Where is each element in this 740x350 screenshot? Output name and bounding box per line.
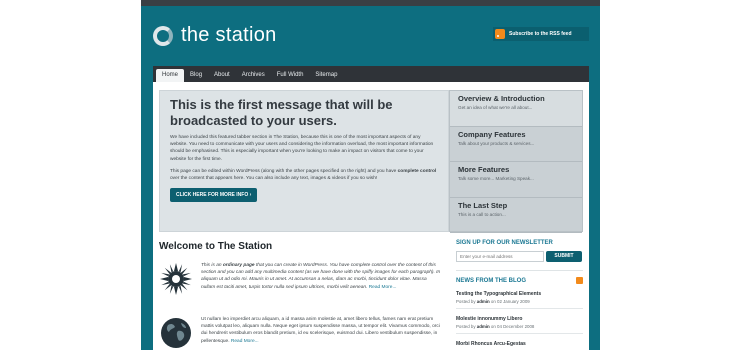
tab-desc: Get an idea of what we're all about... xyxy=(458,105,533,110)
blog-separator xyxy=(456,308,583,309)
meta-date: on 04 December 2008 xyxy=(489,324,535,329)
nav-blog[interactable]: Blog xyxy=(184,69,208,82)
blog-post-title[interactable]: Testing the Typographical Elements xyxy=(456,291,583,297)
tab-desc: Talk some more... Marketing Speak... xyxy=(458,176,534,181)
post-intro-bold: ordinary page xyxy=(222,263,255,268)
read-more-link[interactable]: Read More... xyxy=(369,285,397,290)
blog-post-title[interactable]: Morbi Rhoncus Arcu-Egestas xyxy=(456,341,583,347)
read-more-link[interactable]: Read More... xyxy=(231,339,259,344)
tab-more-features[interactable]: More Features Talk some more... Marketin… xyxy=(450,162,582,198)
rss-subscribe-button[interactable]: Subscribe to the RSS feed xyxy=(493,27,589,41)
logo-ring-icon xyxy=(153,25,173,46)
intro-post: This is an ordinary page that you can cr… xyxy=(159,262,441,296)
nav-home[interactable]: Home xyxy=(156,69,185,82)
globe-icon xyxy=(161,318,191,348)
meta-author[interactable]: admin xyxy=(477,299,490,304)
tab-desc: This is a call to action... xyxy=(458,211,506,217)
intro-post-text: This is an ordinary page that you can cr… xyxy=(201,262,441,296)
blog-post-meta: Posted by admin on 04 December 2008 xyxy=(456,324,583,329)
main-nav: Home Blog About Archives Full Width Site… xyxy=(153,66,589,82)
nav-archives[interactable]: Archives xyxy=(236,69,271,82)
post-intro-start: This is an xyxy=(201,263,223,268)
nav-full-width[interactable]: Full Width xyxy=(271,69,310,82)
featured-p2-bold: complete control xyxy=(397,168,437,174)
nav-sitemap[interactable]: Sitemap xyxy=(309,69,343,82)
blog-list-item: Molestie innonummy Libero Posted by admi… xyxy=(456,316,583,334)
email-input[interactable] xyxy=(456,251,544,262)
blog-post-meta: Posted by admin on 02 January 2009 xyxy=(456,299,583,304)
tab-title: Overview & Introduction xyxy=(458,94,545,103)
sun-icon xyxy=(160,263,192,295)
blog-heading-row: NEWS FROM THE BLOG xyxy=(456,277,583,284)
blog-post-title[interactable]: Molestie innonummy Libero xyxy=(456,316,583,322)
sidebar-divider xyxy=(456,270,583,271)
newsletter-heading: SIGN UP FOR OUR NEWSLETTER xyxy=(456,240,553,246)
tab-overview[interactable]: Overview & Introduction Get an idea of w… xyxy=(450,91,582,127)
second-post-text: Ut nullam leo imperdiet arcu aliquam, a … xyxy=(201,316,441,350)
welcome-heading: Welcome to The Station xyxy=(159,241,273,252)
tab-company-features[interactable]: Company Features Talk about your product… xyxy=(450,127,582,162)
featured-paragraph-1: We have included this featured tabber se… xyxy=(170,135,434,162)
featured-p2-end: over the content that appears here. You … xyxy=(170,176,378,182)
second-post: Ut nullam leo imperdiet arcu aliquam, a … xyxy=(159,316,441,350)
blog-heading: NEWS FROM THE BLOG xyxy=(456,277,526,284)
tab-desc: Talk about your products & services... xyxy=(458,140,535,146)
rss-icon xyxy=(495,29,505,39)
featured-title: This is the first message that will be b… xyxy=(170,97,393,128)
sidebar: SIGN UP FOR OUR NEWSLETTER SUBMIT NEWS F… xyxy=(456,240,583,347)
site-container: the station Subscribe to the RSS feed Ho… xyxy=(141,0,600,350)
more-info-button[interactable]: CLICK HERE FOR MORE INFO › xyxy=(170,188,258,203)
site-title: the station xyxy=(181,24,277,46)
content-area: This is the first message that will be b… xyxy=(153,82,589,350)
blog-list-item: Morbi Rhoncus Arcu-Egestas xyxy=(456,341,583,347)
meta-author[interactable]: admin xyxy=(477,324,490,329)
blog-list-item: Testing the Typographical Elements Poste… xyxy=(456,291,583,309)
newsletter-form: SUBMIT xyxy=(456,251,583,262)
submit-button[interactable]: SUBMIT xyxy=(546,251,582,262)
featured-message: This is the first message that will be b… xyxy=(159,90,449,232)
meta-prefix: Posted by xyxy=(456,324,477,329)
blog-separator xyxy=(456,333,583,334)
top-strip xyxy=(141,0,600,6)
meta-prefix: Posted by xyxy=(456,299,477,304)
tab-title: The Last Step xyxy=(458,200,508,210)
tab-title: Company Features xyxy=(458,129,526,139)
feature-tabs: Overview & Introduction Get an idea of w… xyxy=(449,90,583,233)
nav-about[interactable]: About xyxy=(208,69,236,82)
meta-date: on 02 January 2009 xyxy=(489,299,530,304)
featured-paragraph-2: This page can be edited within WordPress… xyxy=(170,168,438,182)
featured-p2-start: This page can be edited within WordPress… xyxy=(170,168,398,174)
tab-title: More Features xyxy=(458,165,510,174)
tab-last-step[interactable]: The Last Step This is a call to action..… xyxy=(450,198,582,233)
site-logo[interactable]: the station xyxy=(153,24,277,47)
rss-label: Subscribe to the RSS feed xyxy=(509,31,572,37)
rss-icon[interactable] xyxy=(576,277,583,284)
